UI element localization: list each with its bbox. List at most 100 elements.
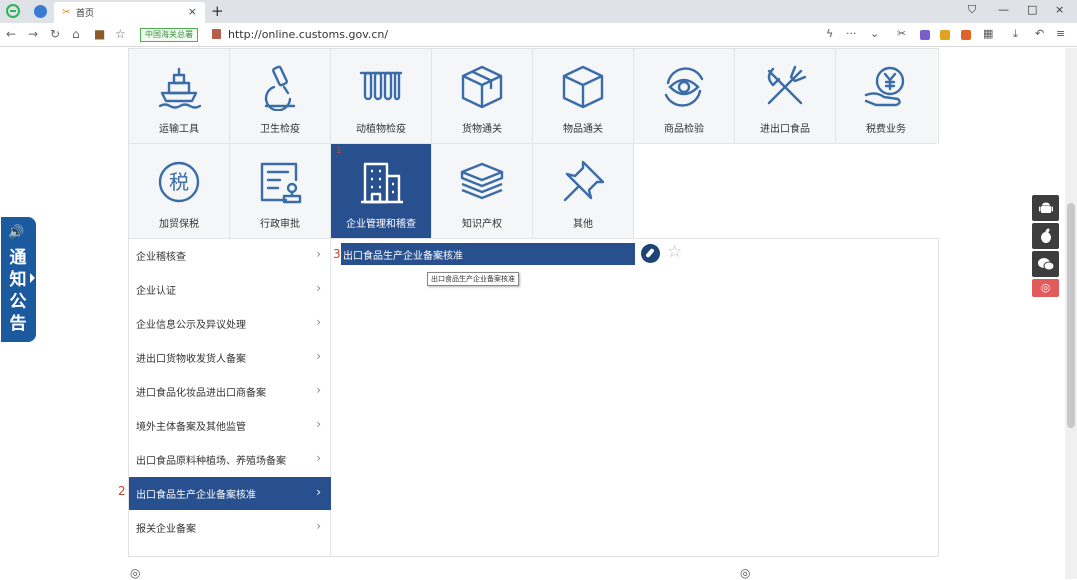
- chevron-right-icon: ›: [316, 247, 321, 261]
- shortcut-icon[interactable]: [34, 5, 47, 18]
- building-icon: [361, 162, 403, 204]
- grid-item-admin-approval[interactable]: 行政审批: [230, 144, 331, 239]
- grid-item-commodity-inspection[interactable]: 商品检验: [634, 49, 735, 144]
- menu-item-disclosure[interactable]: 企业信息公示及异议处理 ›: [129, 307, 331, 340]
- more-icon[interactable]: ···: [846, 27, 857, 40]
- step-marker-3: 3: [333, 247, 341, 261]
- browser-logo-icon[interactable]: [6, 4, 20, 18]
- chevron-right-icon: ›: [316, 451, 321, 465]
- tax-circle-icon: 税: [158, 161, 200, 203]
- grid-label: 进出口食品: [760, 124, 810, 135]
- menu-item-label: 报关企业备案: [136, 524, 196, 535]
- shield-icon[interactable]: ⛉: [968, 3, 976, 17]
- lightning-icon[interactable]: ϟ: [826, 27, 833, 40]
- favorite-star-icon[interactable]: ☆: [667, 242, 682, 262]
- grid-item-plant-animal[interactable]: 动植物检疫: [331, 49, 432, 144]
- approval-icon: [260, 162, 302, 204]
- forward-icon[interactable]: →: [28, 27, 38, 41]
- minimize-button[interactable]: —: [998, 3, 1009, 16]
- menu-item-customs-broker-filing[interactable]: 报关企业备案 ›: [129, 511, 331, 544]
- top-icon[interactable]: ◎: [1032, 279, 1059, 297]
- chevron-right-icon: ›: [316, 519, 321, 533]
- menu-item-label: 境外主体备案及其他监管: [136, 422, 246, 433]
- lock-icon: [212, 29, 221, 39]
- grid-label: 货物通关: [462, 124, 502, 135]
- menu-item-label: 企业稽核查: [136, 252, 186, 263]
- apple-icon[interactable]: [1032, 223, 1059, 249]
- bag-icon[interactable]: ■: [94, 27, 105, 41]
- pin-icon: [563, 160, 605, 202]
- scrollbar-thumb[interactable]: [1067, 203, 1075, 428]
- close-window-button[interactable]: ×: [1055, 3, 1064, 16]
- notice-tab[interactable]: 🔊 通知公告: [1, 217, 36, 342]
- chevron-right-icon: ›: [316, 349, 321, 363]
- shield-ext-icon[interactable]: [940, 30, 950, 40]
- grid-item-transport[interactable]: 运输工具: [129, 49, 230, 144]
- wechat-icon[interactable]: [1032, 251, 1059, 277]
- menu-item-food-producer-filing[interactable]: 出口食品生产企业备案核准 ›: [129, 477, 331, 510]
- chevron-right-icon: ›: [316, 383, 321, 397]
- step-marker-2: 2: [118, 484, 126, 498]
- home-icon[interactable]: ⌂: [72, 27, 80, 41]
- grid-item-ip[interactable]: 知识产权: [432, 144, 533, 239]
- step-marker-1: 1: [336, 146, 342, 156]
- chevron-right-icon: ›: [316, 485, 321, 499]
- menu-item-certification[interactable]: 企业认证 ›: [129, 273, 331, 306]
- fork-knife-icon: [767, 65, 807, 105]
- menu-item-farm-filing[interactable]: 出口食品原料种植场、养殖场备案 ›: [129, 443, 331, 476]
- hamburger-menu-icon[interactable]: ≡: [1056, 27, 1065, 40]
- menu-item-label: 企业认证: [136, 286, 176, 297]
- reload-icon[interactable]: ↻: [50, 27, 60, 41]
- chevron-right-icon: ›: [316, 315, 321, 329]
- menu-item-overseas-entity[interactable]: 境外主体备案及其他监管 ›: [129, 409, 331, 442]
- tab-close-button[interactable]: ×: [188, 5, 197, 18]
- grid-label: 知识产权: [462, 219, 502, 230]
- menu-item-label: 出口食品原料种植场、养殖场备案: [136, 456, 286, 467]
- menu-item-label: 企业信息公示及异议处理: [136, 320, 246, 331]
- speaker-icon: 🔊: [8, 225, 25, 240]
- grid-label: 卫生检疫: [260, 124, 300, 135]
- menu-item-audit[interactable]: 企业稽核查 ›: [129, 239, 331, 272]
- menu-item-consignee-filing[interactable]: 进出口货物收发货人备案 ›: [129, 341, 331, 374]
- tax-hand-icon: [864, 66, 905, 107]
- menu-item-label: 进出口货物收发货人备案: [136, 354, 246, 365]
- back-icon[interactable]: ←: [6, 27, 16, 41]
- game-ext-icon[interactable]: [961, 30, 971, 40]
- plant-tubes-icon: [359, 71, 403, 101]
- favicon-icon: ✂: [62, 7, 71, 18]
- notice-label: 通知公告: [9, 248, 27, 334]
- download-icon[interactable]: ⤓: [1013, 27, 1018, 41]
- grid-item-import-export-food[interactable]: 进出口食品: [735, 49, 836, 144]
- grid-empty-area: [635, 144, 939, 239]
- tab-bar: ✂ 首页 × + ⛉ — □ ×: [0, 0, 1077, 23]
- tooltip: 出口食品生产企业备案核准: [427, 272, 519, 286]
- extension-icon[interactable]: [920, 30, 930, 40]
- menu-item-food-cosmetics-filing[interactable]: 进口食品化妆品进出口商备案 ›: [129, 375, 331, 408]
- undo-icon[interactable]: ↶: [1035, 27, 1044, 40]
- bookmark-star-icon[interactable]: ☆: [115, 27, 126, 41]
- grid-label: 企业管理和稽查: [346, 219, 416, 230]
- android-icon[interactable]: [1032, 195, 1059, 221]
- service-link-food-producer-filing[interactable]: 出口食品生产企业备案核准: [341, 243, 635, 265]
- grid-item-processing-trade[interactable]: 税 加贸保税: [129, 144, 230, 239]
- grid-item-article-clearance[interactable]: 物品通关: [533, 49, 634, 144]
- tab-title: 首页: [76, 9, 95, 19]
- chevron-down-icon[interactable]: ⌄: [870, 27, 879, 40]
- grid-item-health-quarantine[interactable]: 卫生检疫: [230, 49, 331, 144]
- grid-item-other[interactable]: 其他: [533, 144, 634, 239]
- url-field[interactable]: http://online.customs.gov.cn/: [228, 28, 388, 41]
- apps-grid-icon[interactable]: ▦: [983, 27, 993, 40]
- grid-item-tax-business[interactable]: 税费业务: [836, 49, 937, 144]
- box-icon: [461, 65, 503, 109]
- grid-label: 行政审批: [260, 219, 300, 230]
- compass-icon[interactable]: [641, 244, 660, 263]
- arrow-right-icon: [30, 273, 35, 283]
- grid-item-cargo-clearance[interactable]: 货物通关: [432, 49, 533, 144]
- service-link-label: 出口食品生产企业备案核准: [343, 251, 463, 262]
- grid-item-enterprise-management[interactable]: 企业管理和稽查: [331, 144, 432, 239]
- scrollbar[interactable]: [1065, 48, 1077, 579]
- scissors-icon[interactable]: ✂: [897, 27, 906, 40]
- tab-home[interactable]: ✂ 首页 ×: [54, 2, 205, 23]
- maximize-button[interactable]: □: [1027, 3, 1037, 16]
- new-tab-button[interactable]: +: [211, 2, 224, 20]
